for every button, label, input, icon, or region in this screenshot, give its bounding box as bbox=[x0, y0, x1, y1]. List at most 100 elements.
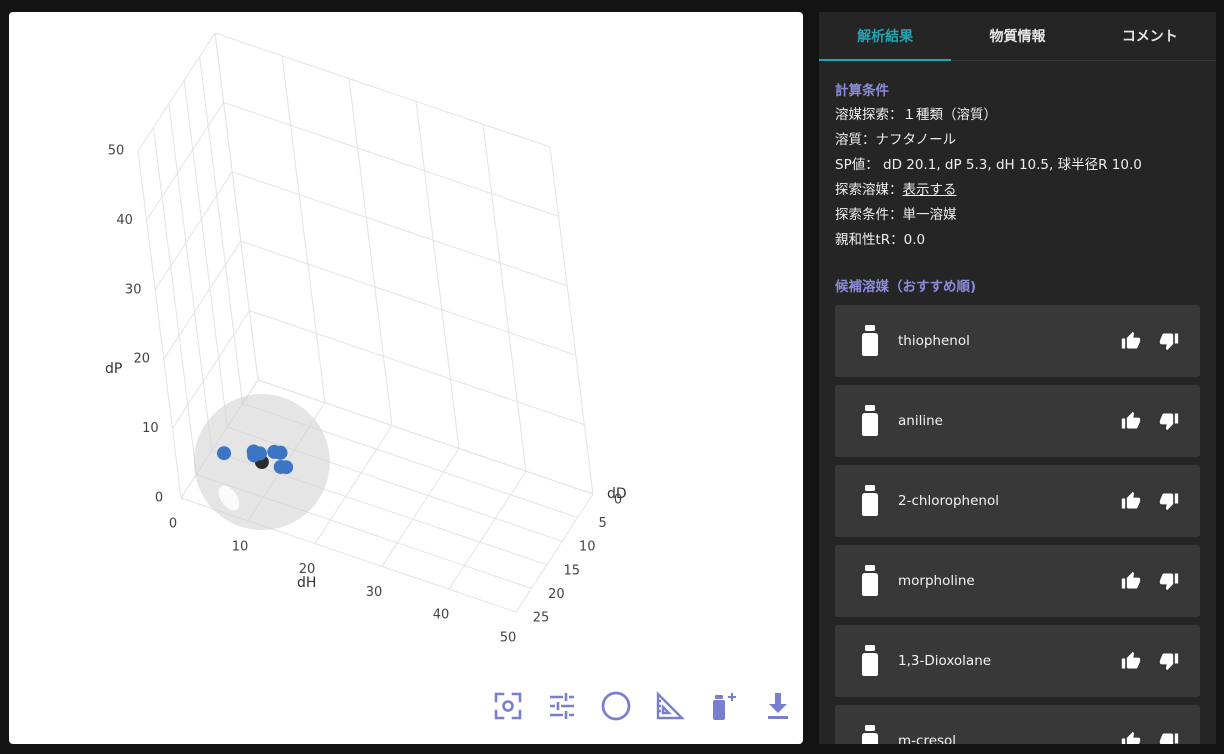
tick-label-dh: 10 bbox=[232, 539, 249, 554]
grid-line bbox=[381, 448, 460, 567]
thumbs-down-icon[interactable] bbox=[1159, 331, 1179, 351]
tab-comment[interactable]: コメント bbox=[1084, 12, 1216, 60]
tune-button[interactable] bbox=[545, 689, 579, 723]
sphere-toggle-button[interactable] bbox=[599, 689, 633, 723]
thumbs-up-icon[interactable] bbox=[1121, 411, 1141, 431]
tick-label-dp: 10 bbox=[142, 421, 159, 436]
axis-title-dh: dH bbox=[297, 575, 316, 591]
thumbs-up-icon[interactable] bbox=[1121, 731, 1141, 744]
candidate-card[interactable]: m-cresol bbox=[835, 705, 1200, 744]
add-solvent-button[interactable] bbox=[707, 689, 741, 723]
grid-line bbox=[281, 55, 326, 403]
grid-line bbox=[240, 240, 576, 356]
grid-line bbox=[214, 32, 551, 148]
bottle-icon bbox=[862, 725, 878, 744]
tick-label-dd: 25 bbox=[533, 611, 550, 626]
ticks-layer: 01020304050010203040500510152025 bbox=[108, 144, 622, 646]
thumbs-up-icon[interactable] bbox=[1121, 571, 1141, 591]
calc-conditions-title: 計算条件 bbox=[835, 83, 889, 99]
thumbs-down-icon[interactable] bbox=[1159, 491, 1179, 511]
candidate-card[interactable]: aniline bbox=[835, 385, 1200, 457]
bottle-icon bbox=[862, 565, 878, 596]
grid-line bbox=[168, 103, 213, 451]
candidate-name: 1,3-Dioxolane bbox=[898, 653, 992, 669]
download-button[interactable] bbox=[761, 689, 795, 723]
grid-line bbox=[415, 101, 460, 449]
thumbs-up-icon[interactable] bbox=[1121, 491, 1141, 511]
thumbs-down-icon[interactable] bbox=[1159, 651, 1179, 671]
grid-line bbox=[137, 150, 182, 499]
bottle-icon bbox=[862, 645, 878, 676]
grid-line bbox=[223, 101, 559, 217]
bottle-icon bbox=[862, 325, 878, 356]
thumbs-up-icon[interactable] bbox=[1121, 651, 1141, 671]
thumbs-down-icon[interactable] bbox=[1159, 731, 1179, 744]
candidate-name: m-cresol bbox=[898, 733, 957, 744]
tick-label-dp: 40 bbox=[116, 213, 133, 228]
tick-label-dd: 10 bbox=[579, 540, 596, 555]
tick-label-dd: 15 bbox=[564, 563, 581, 578]
thumbs-down-icon[interactable] bbox=[1159, 571, 1179, 591]
grid-line bbox=[549, 146, 594, 495]
tune-icon bbox=[550, 693, 574, 719]
grid-line bbox=[183, 80, 228, 428]
candidate-name: 2-chlorophenol bbox=[898, 493, 999, 509]
candidate-card[interactable]: 2-chlorophenol bbox=[835, 465, 1200, 537]
bottle-icon bbox=[862, 485, 878, 516]
tab-analysis-result[interactable]: 解析結果 bbox=[819, 12, 952, 61]
tick-label-dp: 20 bbox=[134, 352, 151, 367]
data-point bbox=[217, 446, 232, 461]
cond-affinity: 親和性tR：0.0 bbox=[835, 232, 926, 248]
focus-button[interactable] bbox=[491, 689, 525, 723]
cond-condition: 探索条件：単一溶媒 bbox=[835, 207, 957, 223]
tick-label-dh: 40 bbox=[433, 608, 450, 623]
axis-title-dp: dP bbox=[105, 361, 122, 377]
focus-icon bbox=[494, 692, 522, 720]
grid-layer bbox=[137, 32, 594, 613]
show-solvents-link[interactable]: 表示する bbox=[903, 182, 957, 198]
cond-sp-value: SP値： dD 20.1, dP 5.3, dH 10.5, 球半径R 10.0 bbox=[835, 157, 1142, 173]
hansen-3d-plot[interactable]: 01020304050010203040500510152025 dP dH d… bbox=[9, 12, 803, 744]
grid-line bbox=[482, 124, 527, 472]
download-icon bbox=[768, 693, 788, 719]
ruler-button[interactable] bbox=[653, 689, 687, 723]
thumbs-up-icon[interactable] bbox=[1121, 331, 1141, 351]
tick-label-dp: 50 bbox=[108, 144, 125, 159]
data-point bbox=[273, 445, 288, 460]
grid-line bbox=[199, 56, 244, 404]
candidate-card[interactable]: 1,3-Dioxolane bbox=[835, 625, 1200, 697]
grid-line bbox=[448, 470, 527, 590]
plot-panel[interactable]: 0 10 20 30 40 50 0 10 20 30 40 50 0 5 10 15 20 25 dP dH d… bbox=[9, 12, 803, 744]
thumbs-down-icon[interactable] bbox=[1159, 411, 1179, 431]
grid-line bbox=[232, 171, 568, 287]
grid-line bbox=[214, 32, 259, 381]
plot-toolbar bbox=[491, 686, 795, 726]
result-panel: 解析結果 物質情報 コメント 計算条件 溶媒探索：１種類（溶質） 溶質：ナフタノ… bbox=[819, 12, 1216, 744]
grid-line bbox=[152, 127, 197, 475]
add-bottle-icon bbox=[713, 693, 736, 720]
ruler-icon bbox=[656, 691, 685, 720]
candidate-name: morpholine bbox=[898, 573, 975, 589]
candidate-card[interactable]: thiophenol bbox=[835, 305, 1200, 377]
candidate-list: thiophenol aniline 2-chlorophenol morpho… bbox=[819, 305, 1216, 744]
tick-label-dh: 30 bbox=[366, 585, 383, 600]
bottle-icon bbox=[862, 405, 878, 436]
candidate-solvents-title: 候補溶媒（おすすめ順) bbox=[835, 279, 977, 295]
candidate-name: aniline bbox=[898, 413, 943, 429]
grid-line bbox=[348, 78, 393, 426]
tick-label-dd: 5 bbox=[598, 516, 606, 531]
candidate-name: thiophenol bbox=[898, 333, 970, 349]
hansen-sphere bbox=[193, 394, 330, 531]
axis-title-dd: dD bbox=[607, 486, 627, 502]
cond-solute: 溶質：ナフタノール bbox=[835, 132, 957, 148]
data-point bbox=[279, 460, 294, 475]
cond-search: 溶媒探索：１種類（溶質） bbox=[835, 107, 997, 123]
cond-solvent: 探索溶媒：表示する bbox=[819, 178, 1216, 203]
data-point bbox=[252, 446, 267, 461]
tick-label-dd: 20 bbox=[548, 587, 565, 602]
tick-label-dh: 50 bbox=[500, 631, 517, 646]
tab-substance-info[interactable]: 物質情報 bbox=[951, 12, 1083, 60]
circle-icon bbox=[601, 691, 631, 721]
tick-label-dp: 0 bbox=[155, 491, 163, 506]
candidate-card[interactable]: morpholine bbox=[835, 545, 1200, 617]
